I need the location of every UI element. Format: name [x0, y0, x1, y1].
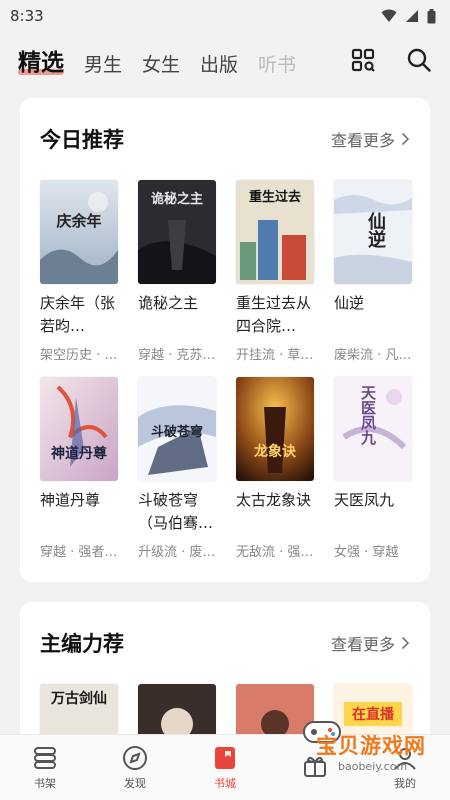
book-item[interactable]: 诡秘之主 诡秘之主 穿越 · 克苏… — [138, 180, 216, 363]
cover-title: 重生过去 — [248, 190, 301, 205]
tab-featured[interactable]: 精选 — [18, 43, 64, 77]
book-title: 重生过去从四合院… — [236, 294, 312, 335]
grid-icon — [351, 48, 375, 72]
book-cover: 龙象诀 — [236, 377, 314, 481]
bookshelf-icon — [34, 746, 56, 769]
book-cover: 神道丹尊 — [40, 377, 118, 481]
tab-discover[interactable]: 发现 — [90, 735, 180, 800]
compass-icon — [123, 745, 147, 770]
watermark-title: 宝贝游戏网 — [316, 734, 426, 758]
book-grid: 庆余年 庆余年（张若昀… 架空历史 · … 诡秘之主 诡秘之主 穿越 · 克苏…… — [20, 180, 430, 560]
book-cover: 重生过去 — [236, 180, 314, 284]
book-cover: 仙逆 — [334, 180, 412, 284]
watermark-url: baobeiy.com — [338, 760, 408, 773]
book-cover: 庆余年 — [40, 180, 118, 284]
top-nav: 精选 男生 女生 出版 听书 — [0, 32, 450, 88]
cover-title: 神道丹尊 — [51, 446, 107, 462]
section-title: 主编力荐 — [40, 632, 124, 656]
signal-icon — [406, 10, 418, 22]
tab-female[interactable]: 女生 — [142, 50, 180, 77]
book-tags: 穿越 · 克苏… — [138, 348, 216, 363]
view-more-link[interactable]: 查看更多 — [331, 127, 410, 151]
view-more-label: 查看更多 — [330, 131, 395, 150]
cover-title: 庆余年 — [56, 212, 102, 230]
book-item[interactable]: 仙逆 仙逆 废柴流 · 凡… — [334, 180, 412, 363]
book-title: 庆余年（张若昀… — [40, 294, 116, 335]
book-title: 斗破苍穹（马伯骞… — [138, 491, 214, 532]
today-recommend-card: 今日推荐 查看更多 庆余年 庆余年（张若昀… 架空历史 · … 诡秘之主 诡秘之… — [20, 98, 430, 582]
book-item[interactable]: 重生过去 重生过去从四合院… 开挂流 · 草… — [236, 180, 314, 363]
book-tags: 架空历史 · … — [40, 348, 118, 363]
cover-title: 仙逆 — [365, 212, 386, 248]
search-button[interactable] — [406, 47, 432, 73]
book-icon — [215, 746, 235, 769]
tab-bookshelf[interactable]: 书架 — [0, 735, 90, 800]
book-cover: 斗破苍穹 — [138, 377, 216, 481]
wifi-icon — [381, 9, 397, 22]
cover-title: 天医凤九 — [359, 385, 377, 445]
nav-actions — [332, 47, 432, 73]
editor-header: 主编力荐 查看更多 — [20, 602, 430, 684]
book-item[interactable]: 龙象诀 太古龙象诀 无敌流 · 强… — [236, 377, 314, 560]
status-time: 8:33 — [10, 7, 44, 25]
book-item[interactable]: 庆余年 庆余年（张若昀… 架空历史 · … — [40, 180, 118, 363]
book-cover: 天医凤九 — [334, 377, 412, 481]
book-tags: 无敌流 · 强… — [236, 545, 314, 560]
book-item[interactable]: 斗破苍穹 斗破苍穹（马伯骞… 升级流 · 废… — [138, 377, 216, 560]
status-icons — [381, 8, 436, 24]
book-cover: 诡秘之主 — [138, 180, 216, 284]
book-tags: 升级流 · 废… — [138, 545, 216, 560]
book-tags: 穿越 · 强者… — [40, 545, 118, 560]
book-item[interactable]: 神道丹尊 神道丹尊 穿越 · 强者… — [40, 377, 118, 560]
tab-male[interactable]: 男生 — [84, 50, 122, 77]
cover-title: 万古剑仙 — [51, 691, 107, 707]
book-item[interactable]: 天医凤九 天医凤九 女强 · 穿越 — [334, 377, 412, 560]
search-icon — [407, 48, 431, 72]
battery-icon — [427, 8, 436, 23]
book-title: 诡秘之主 — [138, 294, 199, 312]
category-tabs: 精选 男生 女生 出版 听书 — [18, 43, 332, 77]
view-more-link[interactable]: 查看更多 — [331, 631, 410, 655]
book-title: 太古龙象诀 — [236, 491, 312, 509]
book-tags: 女强 · 穿越 — [334, 545, 399, 560]
tab-publish[interactable]: 出版 — [200, 50, 238, 77]
book-title: 神道丹尊 — [40, 491, 101, 509]
today-header: 今日推荐 查看更多 — [20, 98, 430, 180]
chevron-right-icon — [401, 636, 410, 650]
category-grid-button[interactable] — [350, 47, 376, 73]
cover-title: 斗破苍穹 — [150, 425, 203, 440]
tab-label: 发现 — [124, 776, 146, 790]
book-tags: 开挂流 · 草… — [236, 348, 314, 363]
cover-title: 龙象诀 — [254, 444, 296, 460]
watermark: 宝贝游戏网 baobeiy.com — [303, 721, 425, 780]
book-title: 天医凤九 — [334, 491, 395, 509]
section-title: 今日推荐 — [40, 128, 124, 152]
view-more-label: 查看更多 — [330, 635, 395, 654]
book-title: 仙逆 — [334, 294, 365, 312]
tab-audiobook[interactable]: 听书 — [258, 50, 296, 77]
tab-label: 书架 — [34, 776, 56, 790]
tab-label: 书城 — [214, 776, 236, 790]
tab-bookstore[interactable]: 书城 — [180, 735, 270, 800]
cover-title: 诡秘之主 — [150, 192, 203, 207]
chevron-right-icon — [401, 132, 410, 146]
status-bar: 8:33 — [0, 0, 450, 32]
cover-title: 在直播 — [352, 707, 394, 723]
book-tags: 废柴流 · 凡… — [334, 348, 412, 363]
